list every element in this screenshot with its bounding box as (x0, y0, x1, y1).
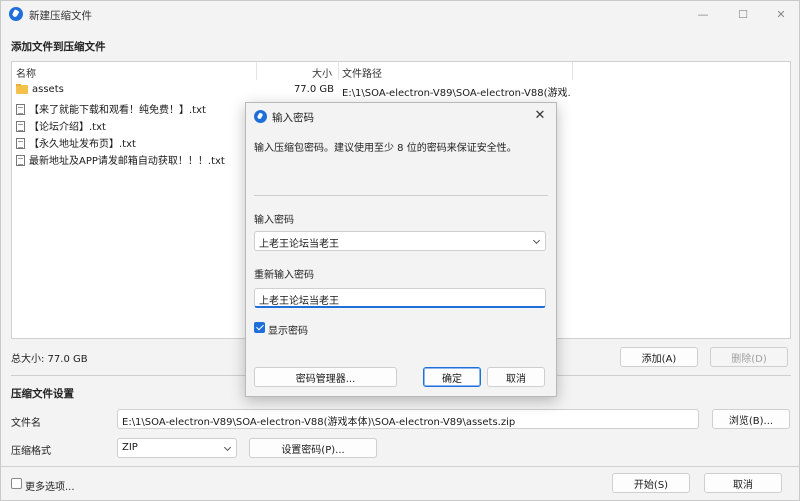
item-path: E:\1\SOA-electron-V89\SOA-electron-V88(游… (342, 88, 570, 99)
format-select-value: ZIP (122, 442, 138, 453)
column-divider[interactable] (338, 62, 339, 80)
dialog-title: 输入密码 (272, 112, 314, 124)
cancel-button[interactable]: 取消 (704, 473, 782, 493)
title-bar: 新建压缩文件 — ☐ ✕ (1, 1, 800, 29)
add-button[interactable]: 添加(A) (620, 347, 698, 367)
more-options-checkbox[interactable] (11, 478, 22, 489)
filename-label: 文件名 (11, 418, 41, 429)
item-name: 【永久地址发布页】.txt (29, 139, 136, 150)
column-divider[interactable] (572, 62, 573, 80)
password-input[interactable]: 上老王论坛当老王 (254, 231, 546, 251)
folder-icon (16, 84, 28, 94)
password-value: 上老王论坛当老王 (259, 239, 339, 250)
app-logo-icon (254, 110, 267, 123)
item-name: 【论坛介绍】.txt (29, 122, 106, 133)
list-item[interactable]: assets 77.0 GB E:\1\SOA-electron-V89\SOA… (12, 82, 572, 99)
item-name: 【来了就能下载和观看！纯免费！】.txt (29, 105, 206, 116)
show-password-checkbox[interactable] (254, 322, 265, 333)
item-name: assets (32, 84, 64, 95)
chevron-down-icon (223, 443, 232, 452)
column-header-size[interactable]: 大小 (312, 65, 332, 80)
dialog-cancel-button[interactable]: 取消 (487, 367, 545, 387)
text-file-icon (16, 138, 25, 149)
divider (254, 195, 548, 196)
settings-heading: 压缩文件设置 (11, 388, 74, 400)
browse-button[interactable]: 浏览(B)... (712, 409, 790, 429)
filename-field[interactable]: E:\1\SOA-electron-V89\SOA-electron-V88(游… (117, 409, 699, 429)
total-size: 总大小: 77.0 GB (11, 354, 88, 365)
column-header-name[interactable]: 名称 (16, 65, 36, 80)
text-file-icon (16, 121, 25, 132)
maximize-button[interactable]: ☐ (723, 3, 763, 25)
app-logo-icon (9, 7, 23, 21)
format-label: 压缩格式 (11, 446, 51, 457)
reenter-password-input[interactable]: 上老王论坛当老王 (254, 288, 546, 308)
dialog-close-button[interactable]: ✕ (532, 108, 548, 124)
enter-password-label: 输入密码 (254, 215, 294, 226)
show-password-label[interactable]: 显示密码 (268, 322, 308, 337)
minimize-button[interactable]: — (683, 3, 723, 25)
text-file-icon (16, 155, 25, 166)
more-options-label[interactable]: 更多选项... (25, 478, 75, 493)
format-select[interactable]: ZIP (117, 438, 237, 458)
item-size: 77.0 GB (293, 84, 334, 95)
set-password-button[interactable]: 设置密码(P)... (249, 438, 377, 458)
reenter-password-label: 重新输入密码 (254, 270, 314, 281)
item-name: 最新地址及APP请发邮箱自动获取！！！.txt (29, 156, 225, 167)
password-dialog: 输入密码 ✕ 输入压缩包密码。建议使用至少 8 位的密码来保证安全性。 输入密码… (245, 102, 557, 397)
chevron-down-icon (532, 236, 541, 245)
start-button[interactable]: 开始(S) (612, 473, 690, 493)
ok-button[interactable]: 确定 (423, 367, 481, 387)
column-divider[interactable] (256, 62, 257, 80)
divider (1, 466, 800, 467)
password-manager-button[interactable]: 密码管理器... (254, 367, 397, 387)
text-file-icon (16, 104, 25, 115)
add-section-heading: 添加文件到压缩文件 (11, 41, 106, 53)
delete-button[interactable]: 删除(D) (710, 347, 788, 367)
window-title: 新建压缩文件 (29, 10, 92, 22)
close-button[interactable]: ✕ (761, 3, 800, 25)
column-header-path[interactable]: 文件路径 (342, 65, 382, 80)
dialog-description: 输入压缩包密码。建议使用至少 8 位的密码来保证安全性。 (254, 143, 517, 154)
